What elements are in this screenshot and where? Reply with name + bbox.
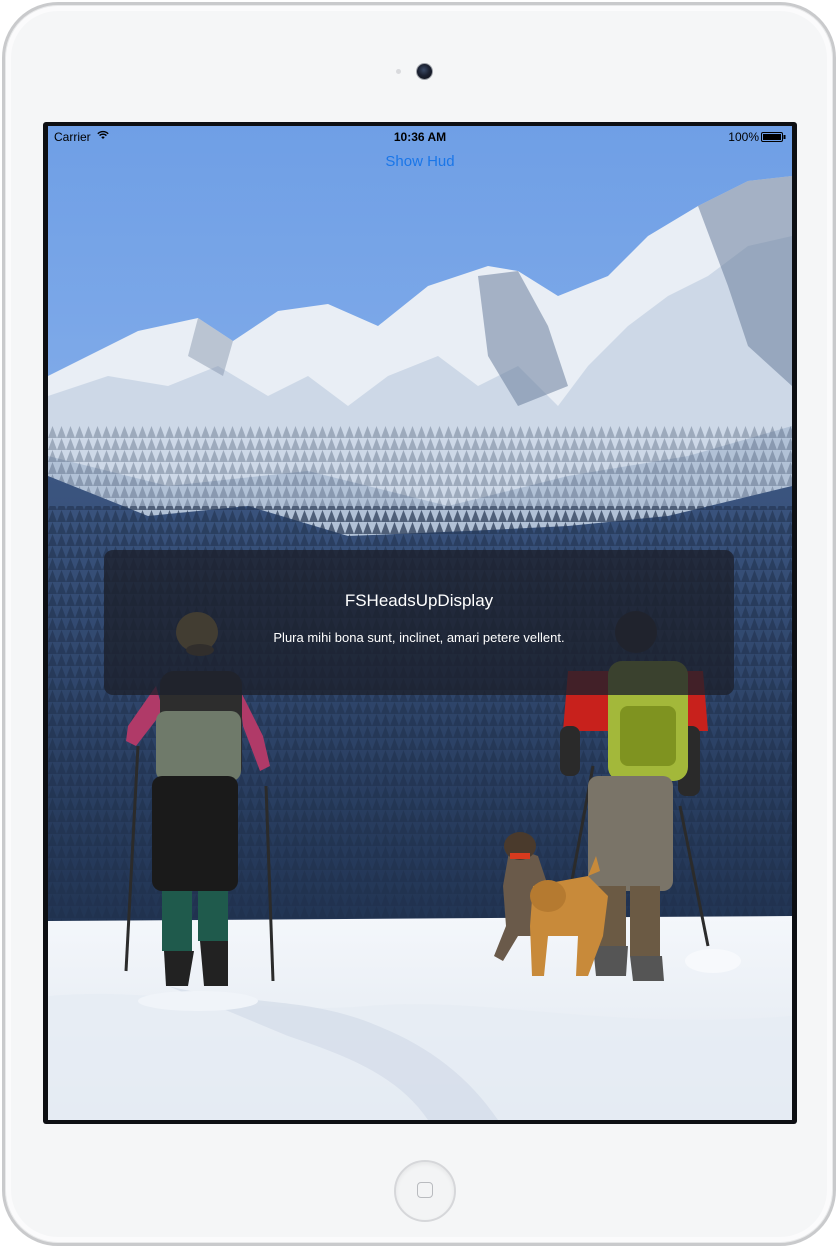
battery-percent: 100%: [728, 130, 759, 144]
status-time: 10:36 AM: [393, 130, 447, 144]
hud-message: Plura mihi bona sunt, inclinet, amari pe…: [273, 630, 565, 645]
hud-title: FSHeadsUpDisplay: [344, 591, 494, 610]
ambient-sensor: [396, 69, 401, 74]
camera-icon: [416, 63, 433, 80]
home-button-icon: [417, 1182, 433, 1198]
battery-icon: [761, 132, 786, 142]
status-bar: Carrier 10:36 AM 100%: [48, 126, 792, 146]
home-button[interactable]: [394, 1160, 456, 1222]
app-screen: Carrier 10:36 AM 100% Show Hud FSHeadsUp…: [48, 126, 792, 1120]
heads-up-display: FSHeadsUpDisplay Plura mihi bona sunt, i…: [104, 550, 734, 695]
show-hud-button[interactable]: Show Hud: [48, 153, 792, 170]
